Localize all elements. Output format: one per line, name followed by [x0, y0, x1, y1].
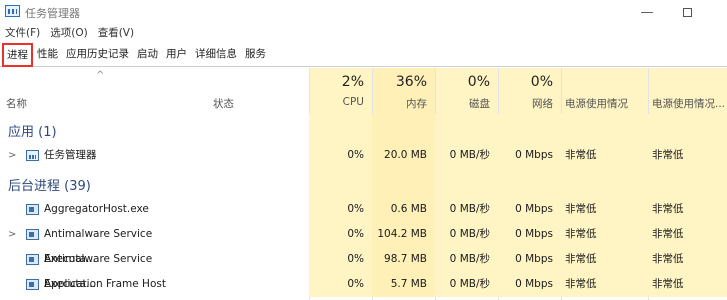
menu-options[interactable]: 选项(O): [45, 24, 92, 42]
process-name: Antimalware Service Executa...: [44, 253, 153, 290]
power-value: 非常低: [565, 253, 597, 265]
power-trend-value: 非常低: [652, 253, 684, 265]
memory-column-header[interactable]: 36% 内存: [372, 68, 435, 114]
tab-processes[interactable]: 进程: [2, 43, 33, 67]
menu-view[interactable]: 查看(V): [93, 24, 139, 42]
tab-users[interactable]: 用户: [162, 43, 191, 66]
task-manager-icon: [5, 5, 20, 17]
cpu-value: 0%: [347, 278, 364, 290]
maximize-icon: [682, 7, 692, 17]
memory-value: 104.2 MB: [377, 228, 427, 240]
tab-app-history[interactable]: 应用历史记录: [62, 43, 133, 66]
group-label-background: 后台进程 (39): [8, 179, 91, 194]
minimize-button[interactable]: —: [627, 0, 667, 24]
cpu-column-header[interactable]: 2% CPU: [309, 68, 372, 114]
name-column-label: 名称: [6, 98, 27, 110]
tab-startup[interactable]: 启动: [133, 43, 162, 66]
table-row[interactable]: > Antimalware Service Executa... 0% 104.…: [0, 222, 727, 265]
disk-value: 0 MB/秒: [449, 149, 490, 161]
memory-column-shade: [372, 114, 435, 143]
network-column-label: 网络: [532, 98, 553, 110]
column-header: ^ 名称 状态 2% CPU 36% 内存 0% 磁盘 0% 网络 电源使用情况…: [0, 68, 727, 114]
group-header-apps[interactable]: 应用 (1): [0, 114, 727, 143]
power-column-shade: [561, 114, 648, 143]
process-name: Antimalware Service Executa...: [44, 228, 153, 265]
disk-value: 0 MB/秒: [449, 228, 490, 240]
power-value: 非常低: [565, 228, 597, 240]
cpu-column-shade: [309, 114, 372, 143]
cpu-total-percent: 2%: [341, 74, 364, 90]
network-column-shade: [498, 114, 561, 143]
power-column-shade: [561, 168, 648, 197]
power-trend-value: 非常低: [652, 278, 684, 290]
cpu-value: 0%: [347, 149, 364, 161]
power-column-label: 电源使用情况: [565, 98, 628, 110]
power-value: 非常低: [565, 203, 597, 215]
power-trend-value: 非常低: [652, 203, 684, 215]
table-row[interactable]: Antimalware Service Executa... 0% 98.7 M…: [0, 247, 727, 290]
power-value: 非常低: [565, 278, 597, 290]
window-title: 任务管理器: [25, 7, 80, 20]
network-value: 0 Mbps: [515, 253, 553, 265]
disk-column-shade: [435, 114, 498, 143]
table-row[interactable]: Application Frame Host 0% 5.7 MB 0 MB/秒 …: [0, 272, 727, 297]
network-value: 0 Mbps: [515, 203, 553, 215]
process-list: 应用 (1) > 任务管理器 0% 20.0 MB 0 MB/秒 0 Mbps …: [0, 114, 727, 297]
tab-details[interactable]: 详细信息: [191, 43, 241, 66]
disk-value: 0 MB/秒: [449, 278, 490, 290]
process-name: AggregatorHost.exe: [44, 203, 149, 215]
memory-value: 20.0 MB: [384, 149, 427, 161]
power-value: 非常低: [565, 149, 597, 161]
power-trend-column-header[interactable]: 电源使用情况...: [648, 68, 727, 114]
power-trend-column-shade: [648, 114, 727, 143]
group-label-apps: 应用 (1): [8, 125, 57, 140]
memory-column-shade: [372, 168, 435, 197]
network-column-shade: [498, 168, 561, 197]
disk-value: 0 MB/秒: [449, 253, 490, 265]
network-value: 0 Mbps: [515, 278, 553, 290]
process-name: 任务管理器: [44, 149, 97, 161]
power-trend-value: 非常低: [652, 228, 684, 240]
disk-column-header[interactable]: 0% 磁盘: [435, 68, 498, 114]
title-bar: 任务管理器 —: [0, 0, 727, 24]
network-value: 0 Mbps: [515, 228, 553, 240]
menu-file[interactable]: 文件(F): [0, 24, 45, 42]
name-column-header[interactable]: ^ 名称: [0, 68, 207, 114]
process-name: Application Frame Host: [44, 278, 166, 290]
group-header-background[interactable]: 后台进程 (39): [0, 168, 727, 197]
disk-total-percent: 0%: [467, 74, 490, 90]
menu-bar: 文件(F) 选项(O) 查看(V): [0, 24, 139, 42]
tab-services[interactable]: 服务: [241, 43, 270, 66]
memory-value: 98.7 MB: [384, 253, 427, 265]
network-total-percent: 0%: [530, 74, 553, 90]
power-trend-column-label: 电源使用情况...: [652, 98, 726, 110]
memory-column-label: 内存: [406, 98, 427, 110]
memory-value: 5.7 MB: [390, 278, 427, 290]
sort-arrow-icon: ^: [96, 70, 105, 81]
cpu-column-label: CPU: [342, 96, 364, 108]
disk-column-label: 磁盘: [469, 98, 490, 110]
disk-column-shade: [435, 168, 498, 197]
power-trend-value: 非常低: [652, 149, 684, 161]
cpu-value: 0%: [347, 203, 364, 215]
table-row[interactable]: AggregatorHost.exe 0% 0.6 MB 0 MB/秒 0 Mb…: [0, 197, 727, 222]
disk-value: 0 MB/秒: [449, 203, 490, 215]
power-column-header[interactable]: 电源使用情况: [561, 68, 648, 114]
memory-value: 0.6 MB: [390, 203, 427, 215]
memory-total-percent: 36%: [395, 74, 427, 90]
cpu-column-shade: [309, 168, 372, 197]
tab-performance[interactable]: 性能: [33, 43, 62, 66]
network-column-header[interactable]: 0% 网络: [498, 68, 561, 114]
tab-bar: 进程 性能 应用历史记录 启动 用户 详细信息 服务: [0, 43, 727, 67]
cpu-value: 0%: [347, 253, 364, 265]
status-column-label: 状态: [213, 98, 234, 110]
power-trend-column-shade: [648, 168, 727, 197]
maximize-button[interactable]: [667, 0, 707, 24]
status-column-header[interactable]: 状态: [207, 68, 309, 114]
network-value: 0 Mbps: [515, 149, 553, 161]
cpu-value: 0%: [347, 228, 364, 240]
table-row[interactable]: > 任务管理器 0% 20.0 MB 0 MB/秒 0 Mbps 非常低 非常低: [0, 143, 727, 168]
